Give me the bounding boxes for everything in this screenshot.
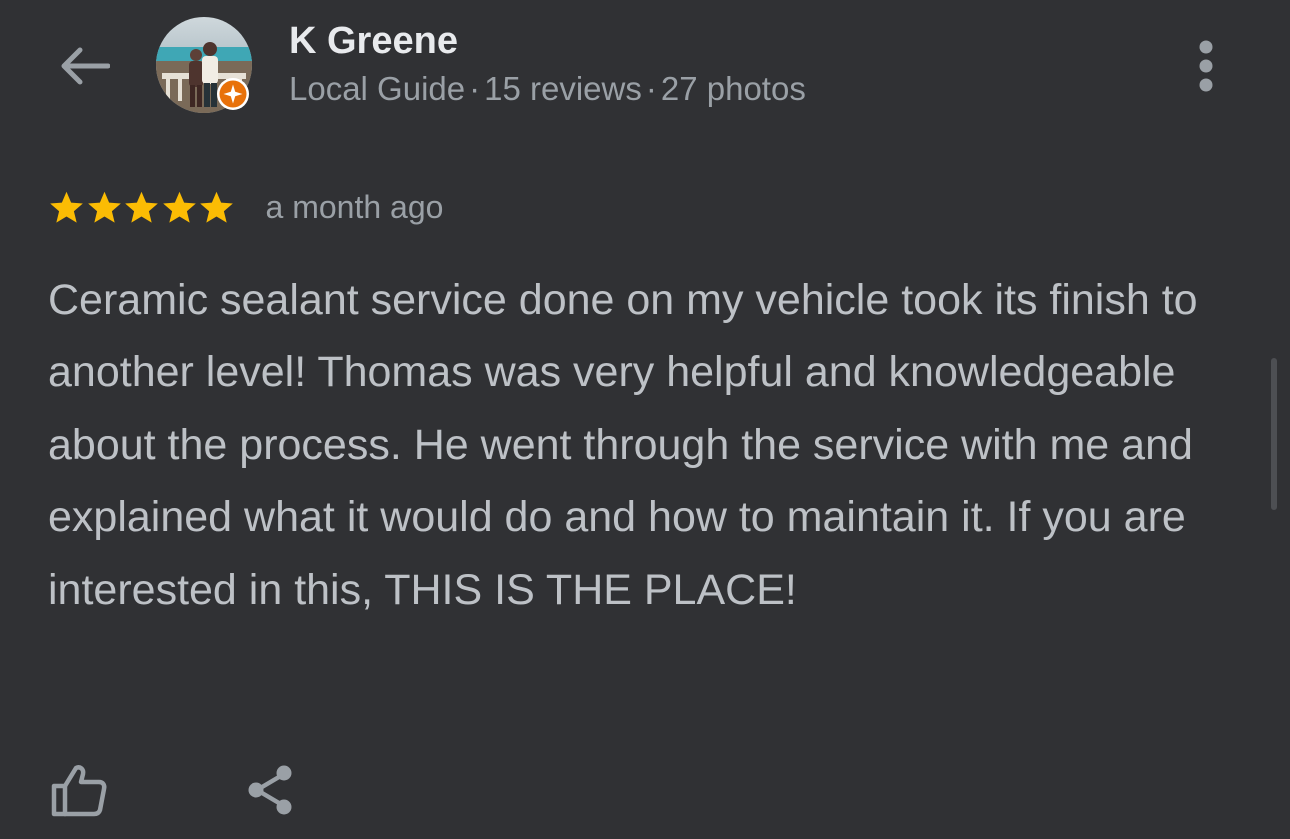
meta-separator: · [645, 70, 657, 107]
star-icon [162, 191, 196, 223]
review-time: a month ago [265, 188, 444, 225]
reviewer-meta: Local Guide · 15 reviews · 27 photos [289, 70, 806, 108]
thumb-up-icon [51, 765, 107, 817]
local-guide-label: Local Guide [289, 70, 466, 107]
meta-separator: · [469, 70, 481, 107]
local-guide-star-icon [217, 78, 249, 110]
photo-count: 27 photos [660, 70, 806, 107]
more-options-button[interactable] [1186, 36, 1226, 96]
star-icon [200, 191, 233, 223]
back-button[interactable] [52, 36, 116, 96]
share-icon [248, 765, 292, 815]
review-text: Ceramic sealant service done on my vehic… [48, 276, 1198, 614]
arrow-back-icon [61, 47, 110, 85]
star-rating [48, 189, 236, 226]
like-button[interactable] [44, 755, 114, 825]
reviewer-name[interactable]: K Greene [289, 19, 458, 63]
more-vert-icon [1199, 40, 1213, 92]
share-button[interactable] [236, 755, 306, 825]
review-screen: K Greene Local Guide · 15 reviews · 27 photo… [0, 0, 1290, 839]
star-icon [87, 191, 121, 223]
scrollbar[interactable] [1271, 358, 1277, 510]
star-icon [50, 191, 83, 223]
star-icon [125, 191, 158, 223]
rating-row: a month ago [48, 184, 443, 230]
review-count: 15 reviews [484, 70, 642, 107]
